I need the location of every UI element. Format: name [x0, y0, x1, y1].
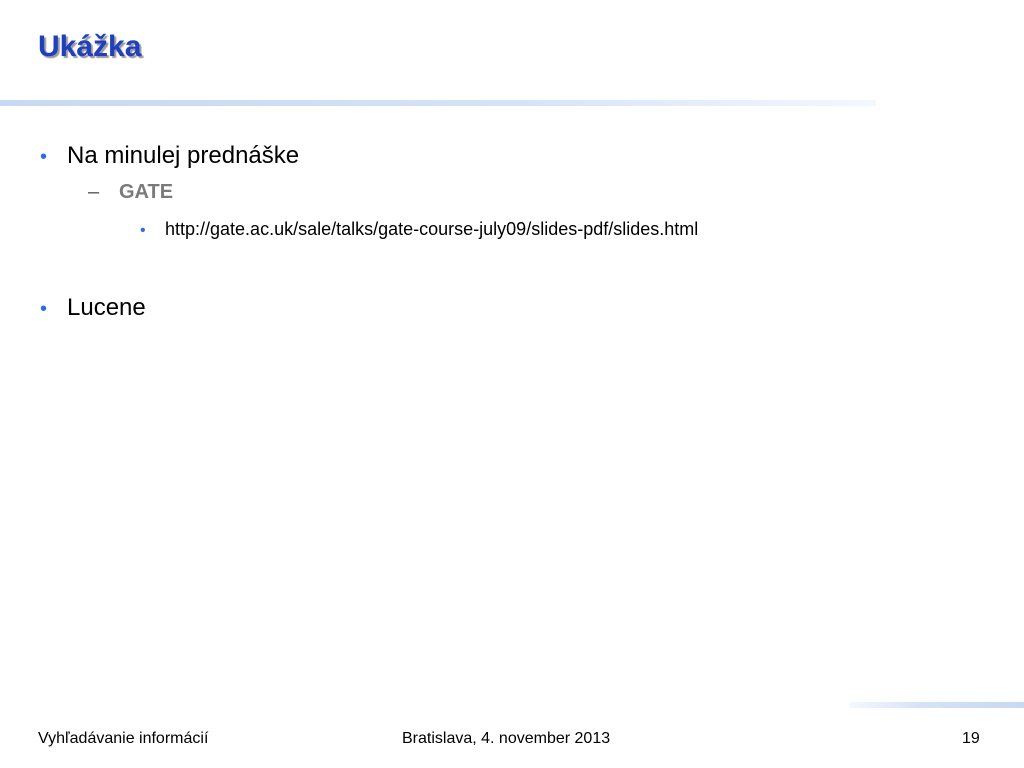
bullet-item-lucene: • Lucene [40, 294, 146, 322]
bullet-text: Lucene [67, 294, 146, 321]
sub-bullet-item-gate: – GATE [88, 181, 173, 204]
dash-icon: – [88, 181, 100, 203]
bullet-item-minulej-prednaske: • Na minulej prednáške [40, 142, 299, 170]
footer-date-location: Bratislava, 4. november 2013 [402, 730, 611, 747]
bullet-text: Na minulej prednáške [67, 142, 300, 169]
page-number: 19 [962, 730, 980, 747]
footer-rule [850, 702, 1024, 708]
url-link-text[interactable]: http://gate.ac.uk/sale/talks/gate-course… [165, 219, 698, 240]
bullet-icon: • [40, 146, 48, 168]
bullet-icon: • [140, 222, 146, 239]
sub-sub-bullet-item-url: • http://gate.ac.uk/sale/talks/gate-cour… [140, 219, 698, 240]
slide-content: • Na minulej prednáške – GATE • http://g… [0, 0, 1024, 700]
sub-bullet-text: GATE [119, 181, 174, 203]
bullet-icon: • [40, 298, 48, 320]
slide: Ukážka • Na minulej prednáške – GATE • h… [0, 0, 1024, 768]
footer-course-title: Vyhľadávanie informácií [38, 730, 209, 747]
